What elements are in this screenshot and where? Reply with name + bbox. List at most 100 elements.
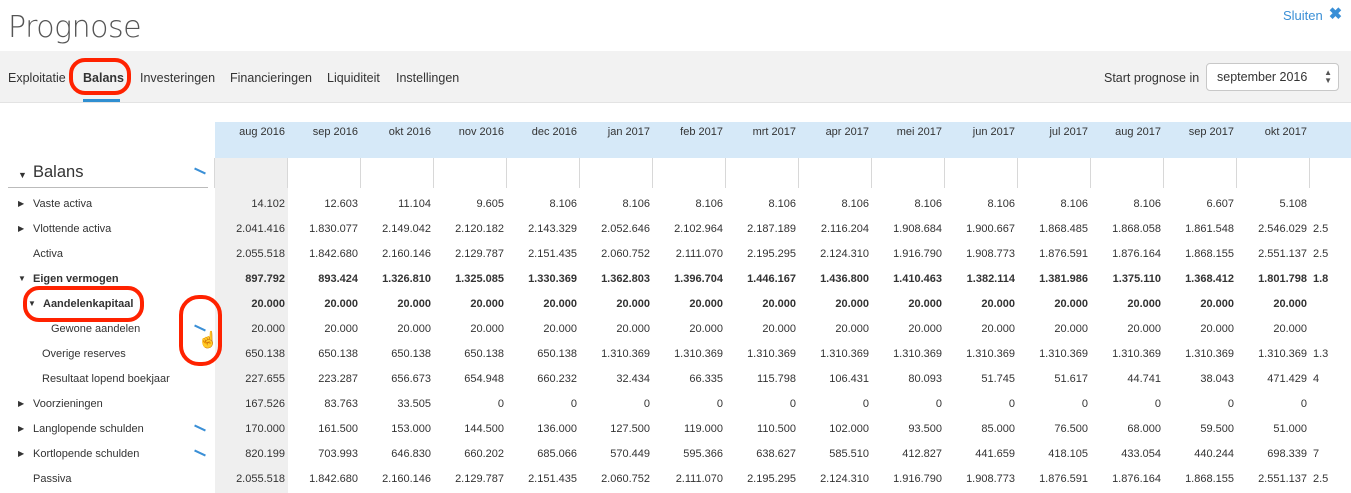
table-cell: 2.160.146 — [382, 248, 431, 260]
table-cell: 20.000 — [324, 323, 358, 335]
caret-down-icon: ▼ — [18, 170, 27, 180]
table-cell: 650.138 — [537, 348, 577, 360]
table-cell: 1.876.591 — [1039, 473, 1088, 485]
table-cell: 646.830 — [391, 448, 431, 460]
tab-liquiditeit[interactable]: Liquiditeit — [327, 71, 380, 85]
table-cell: 68.000 — [1127, 423, 1161, 435]
table-cell: 38.043 — [1200, 373, 1234, 385]
table-cell: 1.842.680 — [309, 473, 358, 485]
table-cell: 1.410.463 — [893, 273, 942, 285]
table-cell: 703.993 — [318, 448, 358, 460]
table-cell: 106.431 — [829, 373, 869, 385]
tab-investeringen[interactable]: Investeringen — [140, 71, 215, 85]
table-cell: 2.151.435 — [528, 248, 577, 260]
table-cell: 2.124.310 — [820, 248, 869, 260]
hand-cursor-icon: ☝ — [198, 332, 218, 349]
table-cell: 20.000 — [616, 298, 650, 310]
tab-financieringen[interactable]: Financieringen — [230, 71, 312, 85]
table-cell: 102.000 — [829, 423, 869, 435]
table-cell-clipped: 1.3 — [1313, 348, 1329, 360]
table-cell: 20.000 — [251, 298, 285, 310]
table-cell: 1.310.369 — [966, 348, 1015, 360]
table-cell: 440.244 — [1194, 448, 1234, 460]
table-cell: 650.138 — [391, 348, 431, 360]
balans-section-header[interactable]: ▼ Balans — [8, 158, 208, 188]
edit-pencil-icon[interactable] — [193, 449, 207, 457]
tab-exploitatie[interactable]: Exploitatie — [8, 71, 66, 85]
caret-down-icon[interactable]: ▼ — [18, 274, 26, 283]
table-cell-clipped: 2.5 — [1313, 248, 1329, 260]
row-label[interactable]: Vlottende activa — [33, 223, 111, 235]
row-label[interactable]: Aandelenkapitaal — [43, 298, 133, 310]
row-label[interactable]: Voorzieningen — [33, 398, 103, 410]
row-label[interactable]: Langlopende schulden — [33, 423, 144, 435]
table-cell: 20.000 — [470, 298, 504, 310]
table-cell: 2.111.070 — [675, 473, 723, 485]
table-cell: 110.500 — [757, 423, 796, 435]
table-cell: 1.868.155 — [1185, 473, 1234, 485]
table-cell: 167.526 — [245, 398, 285, 410]
table-cell: 5.108 — [1279, 198, 1307, 210]
table-cell: 638.627 — [756, 448, 796, 460]
tab-balans[interactable]: Balans — [83, 71, 124, 85]
table-cell-clipped: 7 — [1313, 448, 1320, 460]
table-cell: 685.066 — [537, 448, 577, 460]
table-cell: 20.000 — [543, 323, 577, 335]
table-cell: 698.339 — [1267, 448, 1307, 460]
row-label[interactable]: Eigen vermogen — [33, 273, 119, 285]
select-arrows-icon: ▲ ▼ — [1324, 68, 1332, 85]
table-cell: 223.287 — [318, 373, 358, 385]
caret-right-icon[interactable]: ▶ — [18, 399, 24, 408]
column-divider — [1017, 158, 1018, 188]
caret-right-icon[interactable]: ▶ — [18, 424, 24, 433]
table-cell: 20.000 — [251, 323, 285, 335]
table-cell: 127.500 — [610, 423, 650, 435]
table-cell: 1.830.077 — [309, 223, 358, 235]
table-cell: 1.310.369 — [747, 348, 796, 360]
table-cell: 1.381.986 — [1039, 273, 1088, 285]
table-cell: 20.000 — [1200, 323, 1234, 335]
column-divider — [871, 158, 872, 188]
table-cell: 441.659 — [975, 448, 1015, 460]
table-cell: 1.310.369 — [820, 348, 869, 360]
caret-right-icon[interactable]: ▶ — [18, 449, 24, 458]
table-cell: 2.551.137 — [1258, 248, 1307, 260]
table-cell: 2.111.070 — [675, 248, 723, 260]
table-cell: 20.000 — [1054, 323, 1088, 335]
month-header-cell: jun 2017 — [972, 126, 1015, 138]
table-cell: 650.138 — [318, 348, 358, 360]
table-cell: 2.102.964 — [674, 223, 723, 235]
edit-pencil-icon[interactable] — [193, 167, 207, 175]
row-label[interactable]: Kortlopende schulden — [33, 448, 139, 460]
table-cell: 59.500 — [1200, 423, 1234, 435]
table-cell: 1.801.798 — [1258, 273, 1307, 285]
close-button[interactable]: Sluiten ✖ — [1283, 7, 1342, 23]
table-cell: 8.106 — [768, 198, 796, 210]
table-cell: 20.000 — [397, 323, 431, 335]
column-divider — [433, 158, 434, 188]
table-cell: 1.868.058 — [1112, 223, 1161, 235]
row-label[interactable]: Vaste activa — [33, 198, 92, 210]
start-prognose-select[interactable]: september 2016 ▲ ▼ — [1206, 63, 1339, 91]
tab-instellingen[interactable]: Instellingen — [396, 71, 459, 85]
caret-right-icon[interactable]: ▶ — [18, 224, 24, 233]
caret-right-icon[interactable]: ▶ — [18, 199, 24, 208]
table-cell: 83.763 — [324, 398, 358, 410]
table-cell: 8.106 — [914, 198, 942, 210]
table-cell: 1.868.485 — [1039, 223, 1088, 235]
table-cell: 570.449 — [610, 448, 650, 460]
table-cell: 20.000 — [1200, 298, 1234, 310]
table-cell: 2.124.310 — [820, 473, 869, 485]
edit-pencil-icon[interactable] — [193, 424, 207, 432]
table-cell: 44.741 — [1127, 373, 1161, 385]
row-label: Activa — [33, 248, 63, 260]
caret-down-icon[interactable]: ▼ — [28, 299, 36, 308]
table-cell: 2.116.204 — [820, 223, 869, 235]
month-header-cell: dec 2016 — [531, 126, 577, 138]
start-prognose-value: september 2016 — [1217, 70, 1308, 84]
table-cell: 660.202 — [464, 448, 504, 460]
table-cell: 2.041.416 — [236, 223, 285, 235]
table-cell: 0 — [716, 398, 723, 410]
table-cell: 20.000 — [981, 298, 1015, 310]
row-label: Resultaat lopend boekjaar — [42, 373, 170, 385]
